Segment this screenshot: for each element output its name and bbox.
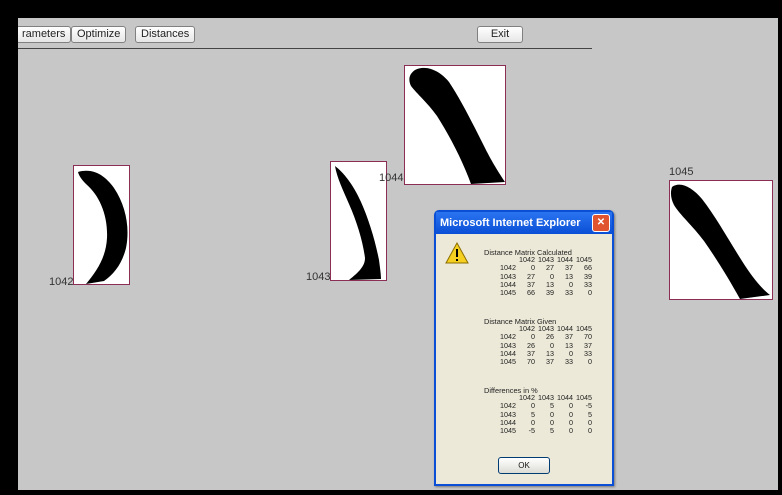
tile-1043-label: 1043 bbox=[306, 271, 331, 283]
cell: 39 bbox=[546, 288, 554, 298]
row-label: 1045 bbox=[500, 288, 516, 298]
tile-1044-image[interactable] bbox=[404, 65, 506, 185]
table-row: 1045 70 37 33 0 bbox=[494, 357, 592, 367]
cell: 5 bbox=[550, 426, 554, 436]
tile-1042-image[interactable] bbox=[73, 165, 130, 285]
parameters-button[interactable]: rameters bbox=[18, 26, 72, 43]
cell: 0 bbox=[569, 426, 573, 436]
warning-icon bbox=[445, 242, 469, 264]
matrix-table-differences: 1042 1043 1044 1045 1042 0 5 0 -5 1043 5 0 0 5 1044… bbox=[494, 393, 592, 436]
matrix-table-given: 1042 1043 1044 1045 1042 0 26 37 70 1043 26 0 13 37… bbox=[494, 324, 592, 367]
cell: 37 bbox=[546, 357, 554, 367]
cell: 66 bbox=[527, 288, 535, 298]
close-icon[interactable]: ✕ bbox=[592, 214, 610, 232]
table-row: 1045 66 39 33 0 bbox=[494, 288, 592, 298]
row-label: 1045 bbox=[500, 357, 516, 367]
cell: 0 bbox=[588, 426, 592, 436]
row-label: 1045 bbox=[500, 426, 516, 436]
cell: 33 bbox=[565, 357, 573, 367]
matrix-table-calculated: 1042 1043 1044 1045 1042 0 27 37 66 1043 27 0 13 39… bbox=[494, 255, 592, 298]
tile-1045-label: 1045 bbox=[669, 166, 694, 178]
tile-1042-label: 1042 bbox=[49, 276, 74, 288]
stroke-shape bbox=[409, 67, 505, 184]
cell: -5 bbox=[528, 426, 535, 436]
cell: 33 bbox=[565, 288, 573, 298]
app-canvas: rameters Optimize Distances Exit 1042 10… bbox=[18, 18, 778, 490]
cell: 0 bbox=[588, 288, 592, 298]
toolbar-divider bbox=[18, 48, 592, 49]
tile-1044-label: 1044 bbox=[379, 172, 404, 184]
distances-button[interactable]: Distances bbox=[135, 26, 196, 43]
ok-button[interactable]: OK bbox=[498, 457, 550, 474]
crescent-shape bbox=[78, 170, 128, 284]
stroke-shape bbox=[670, 184, 770, 299]
cell: 70 bbox=[527, 357, 535, 367]
table-row: 1045 -5 5 0 0 bbox=[494, 426, 592, 436]
exit-button[interactable]: Exit bbox=[477, 26, 523, 43]
optimize-button[interactable]: Optimize bbox=[71, 26, 127, 43]
crescent-shape bbox=[335, 166, 381, 280]
tile-1045-image[interactable] bbox=[669, 180, 773, 300]
dialog-title: Microsoft Internet Explorer bbox=[436, 212, 612, 234]
message-dialog: Microsoft Internet Explorer ✕ Distance M… bbox=[434, 210, 614, 486]
cell: 0 bbox=[588, 357, 592, 367]
